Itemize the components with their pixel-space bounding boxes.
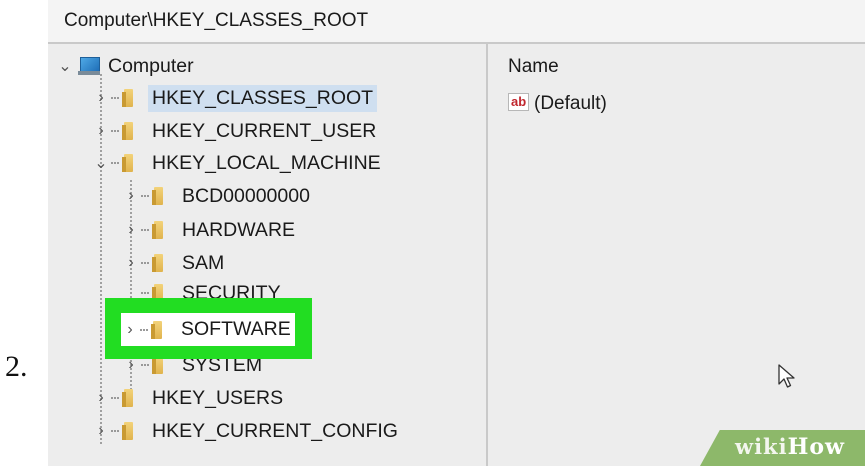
chevron-right-icon[interactable]: › [122, 221, 140, 239]
chevron-right-icon[interactable]: › [92, 89, 110, 107]
folder-icon [122, 422, 136, 440]
folder-icon [122, 89, 136, 107]
tree-item-bcd00000000[interactable]: › BCD00000000 [122, 181, 310, 211]
folder-icon [122, 122, 136, 140]
tree-item-sam[interactable]: › SAM [122, 248, 224, 278]
tree-item-hkey-classes-root[interactable]: › HKEY_CLASSES_ROOT [92, 83, 378, 113]
chevron-down-icon[interactable]: ⌄ [92, 153, 110, 173]
tree-item-label: HKEY_CURRENT_USER [152, 119, 377, 142]
column-header-name[interactable]: Name [508, 56, 559, 78]
tree-pane: ⌄ Computer › HKEY_CLASSES_ROOT › HKEY_CU… [48, 44, 486, 466]
watermark-how: How [787, 434, 845, 460]
folder-icon [122, 154, 136, 172]
chevron-right-icon[interactable]: › [92, 122, 110, 140]
tree-item-hkey-local-machine[interactable]: ⌄ HKEY_LOCAL_MACHINE [92, 148, 381, 178]
tree-item-hkey-current-config[interactable]: › HKEY_CURRENT_CONFIG [92, 416, 398, 446]
tree-item-label: HKEY_CLASSES_ROOT [148, 84, 378, 112]
registry-editor-window: Computer\HKEY_CLASSES_ROOT ⌄ Computer › … [48, 0, 865, 466]
folder-icon [152, 221, 166, 239]
value-name: (Default) [534, 93, 607, 114]
folder-icon [151, 320, 165, 339]
mouse-cursor-icon [778, 364, 795, 388]
watermark-wiki: wiki [735, 434, 788, 459]
chevron-down-icon[interactable]: ⌄ [56, 56, 74, 76]
tree-item-label: HKEY_LOCAL_MACHINE [152, 151, 381, 174]
tree-item-hkey-users[interactable]: › HKEY_USERS [92, 383, 283, 413]
tree-item-label: SOFTWARE [181, 318, 291, 340]
tree-item-software[interactable]: › SOFTWARE [121, 313, 295, 346]
tree-item-label: HKEY_USERS [152, 386, 284, 409]
chevron-right-icon[interactable]: › [92, 422, 110, 440]
wikihow-watermark: wikiHow [735, 434, 845, 460]
chevron-right-icon[interactable]: › [121, 321, 139, 339]
tree-item-label: SAM [182, 251, 225, 274]
step-number: 2. [5, 350, 28, 383]
tree-item-label: HKEY_CURRENT_CONFIG [152, 419, 398, 442]
folder-icon [122, 389, 136, 407]
folder-icon [152, 254, 166, 272]
chevron-right-icon[interactable]: › [92, 389, 110, 407]
tree-item-hkey-current-user[interactable]: › HKEY_CURRENT_USER [92, 116, 376, 146]
address-bar[interactable]: Computer\HKEY_CLASSES_ROOT [48, 0, 865, 44]
computer-icon [78, 56, 100, 76]
tree-item-hardware[interactable]: › HARDWARE [122, 215, 295, 245]
tree-item-label: BCD00000000 [182, 184, 310, 207]
chevron-right-icon[interactable]: › [122, 254, 140, 272]
values-pane: Name ab (Default) [488, 44, 865, 466]
chevron-right-icon[interactable]: › [122, 187, 140, 205]
tree-item-computer[interactable]: ⌄ Computer [56, 51, 194, 81]
value-row-default[interactable]: ab (Default) [508, 93, 607, 115]
tree-item-label: HARDWARE [182, 218, 296, 241]
tree-item-label: Computer [108, 54, 194, 77]
string-value-icon: ab [508, 93, 532, 115]
folder-icon [152, 187, 166, 205]
